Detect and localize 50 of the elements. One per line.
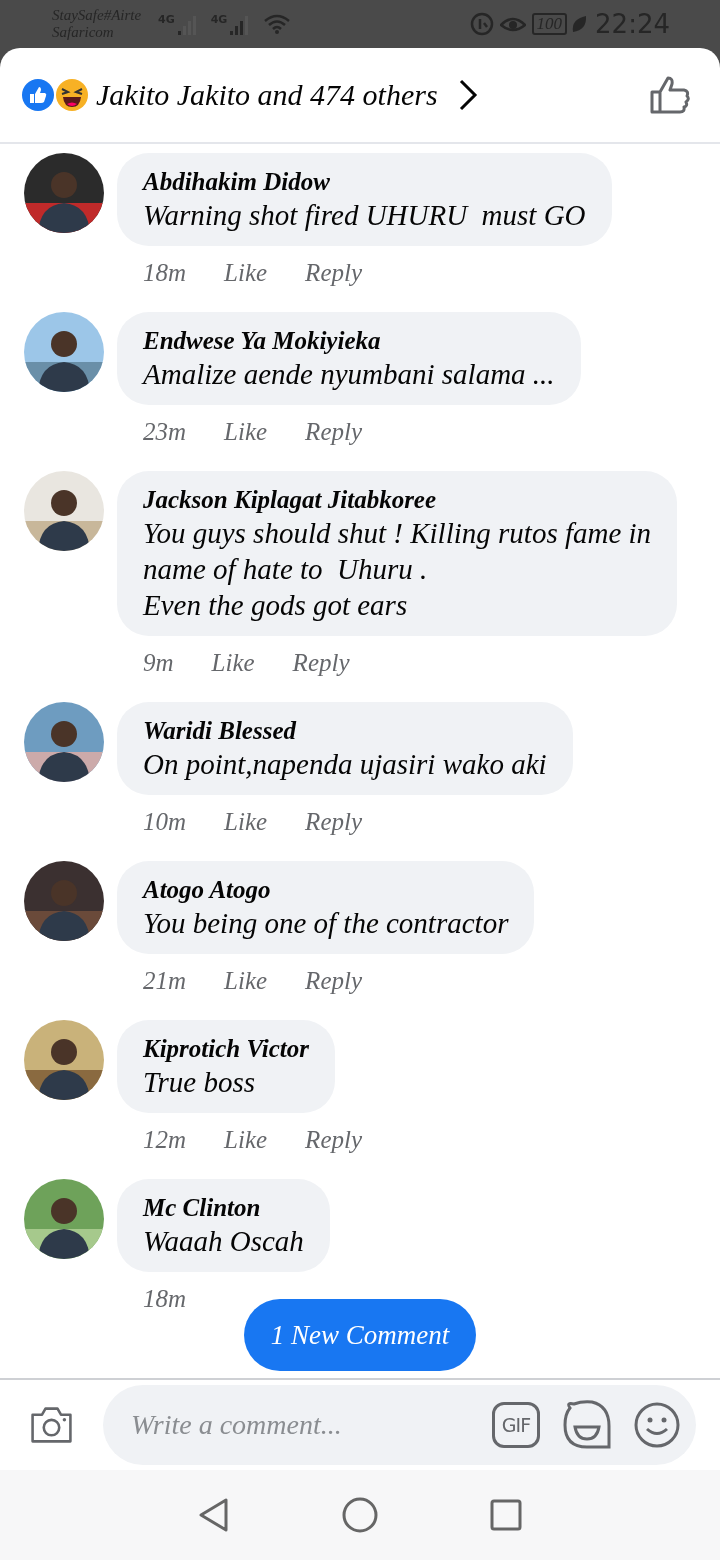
comment-text: Amalize aende nyumbani salama ... [143, 357, 555, 392]
thumbs-up-icon[interactable] [650, 76, 690, 114]
reply-link[interactable]: Reply [305, 259, 363, 287]
reply-link[interactable]: Reply [305, 808, 363, 836]
emoji-icon[interactable] [634, 1402, 680, 1448]
wifi-icon [263, 13, 292, 35]
chevron-right-icon[interactable] [457, 79, 478, 111]
signal-icon [176, 13, 199, 35]
comment-time: 18m [143, 1285, 187, 1313]
reply-link[interactable]: Reply [305, 418, 363, 446]
home-icon[interactable] [342, 1497, 378, 1533]
leaf-icon [571, 15, 588, 33]
comment-text: Warning shot fired UHURU must GO [143, 198, 586, 233]
like-reaction-icon [22, 79, 54, 111]
like-link[interactable]: Like [224, 1126, 268, 1154]
comment-time: 21m [143, 967, 187, 995]
like-link[interactable]: Like [224, 808, 268, 836]
comment-author[interactable]: Mc Clinton [143, 1193, 304, 1223]
comment-author[interactable]: Jackson Kiplagat Jitabkoree [143, 485, 652, 515]
like-link[interactable]: Like [224, 967, 268, 995]
comment-input[interactable]: Write a comment... GIF [103, 1385, 696, 1465]
comment-text: Waaah Oscah [143, 1224, 304, 1259]
comment-author[interactable]: Atogo Atogo [143, 875, 509, 905]
comment-time: 23m [143, 418, 187, 446]
reply-link[interactable]: Reply [292, 649, 350, 677]
comment-time: 12m [143, 1126, 187, 1154]
comment-text: You guys should shut ! Killing rutos fame in name of hate to Uhuru . Even the gods got ears [143, 516, 652, 623]
gif-button[interactable]: GIF [492, 1402, 540, 1448]
data-saver-icon [469, 12, 494, 36]
comment-author[interactable]: Waridi Blessed [143, 716, 547, 746]
comment-author[interactable]: Abdihakim Didow [143, 167, 586, 197]
back-icon[interactable] [198, 1497, 230, 1533]
laughing-emoji-icon [56, 79, 88, 111]
comment-author[interactable]: Endwese Ya Mokiyieka [143, 326, 555, 356]
sticker-icon[interactable] [562, 1400, 612, 1450]
reactions-summary[interactable]: Jakito Jakito and 474 others [96, 78, 438, 112]
recents-icon[interactable] [490, 1499, 522, 1531]
comment-time: 10m [143, 808, 187, 836]
comment-text: True boss [143, 1065, 256, 1100]
new-comment-button[interactable]: 1 New Comment [244, 1299, 476, 1371]
comment-text: You being one of the contractor [143, 906, 509, 941]
like-link[interactable]: Like [211, 649, 255, 677]
comment-author[interactable]: Kiprotich Victor [143, 1034, 309, 1064]
like-link[interactable]: Like [224, 418, 268, 446]
like-link[interactable]: Like [224, 259, 268, 287]
reply-link[interactable]: Reply [305, 967, 363, 995]
comment-time: 9m [143, 649, 174, 677]
reply-link[interactable]: Reply [305, 1126, 363, 1154]
comment-time: 18m [143, 259, 187, 287]
comment-text: On point,napenda ujasiri wako aki [143, 747, 547, 782]
